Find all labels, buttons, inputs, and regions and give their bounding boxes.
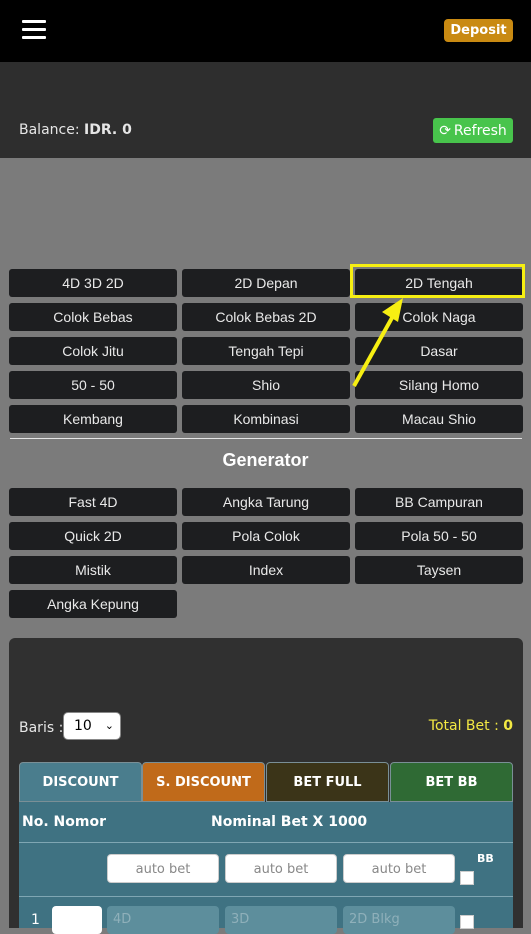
- row-bb-checkbox[interactable]: [460, 915, 474, 929]
- bet-4d-input[interactable]: 4D: [107, 906, 219, 934]
- generator-title: Generator: [222, 450, 309, 470]
- gen-angka-tarung-button[interactable]: Angka Tarung: [182, 488, 350, 516]
- nomor-input[interactable]: [52, 906, 102, 934]
- tab-bet-bb[interactable]: BET BB: [390, 762, 513, 802]
- gen-pola-colok-button[interactable]: Pola Colok: [182, 522, 350, 550]
- col-nominal: Nominal Bet X 1000: [211, 814, 368, 830]
- gen-pola-50-50-button[interactable]: Pola 50 - 50: [355, 522, 523, 550]
- arrow-shaft: [352, 315, 395, 387]
- bb-all-checkbox[interactable]: [460, 871, 474, 885]
- baris-select[interactable]: 10 ⌄: [63, 712, 121, 740]
- tab-bet-full[interactable]: BET FULL: [266, 762, 389, 802]
- divider: [10, 438, 522, 439]
- total-bet-label: Total Bet :: [428, 718, 499, 734]
- gen-bb-campuran-button[interactable]: BB Campuran: [355, 488, 523, 516]
- gen-fast-4d-button[interactable]: Fast 4D: [9, 488, 177, 516]
- baris-label: Baris :: [19, 720, 64, 736]
- bet-2d-blkg-input[interactable]: 2D Blkg: [343, 906, 455, 934]
- tab-discount[interactable]: DISCOUNT: [19, 762, 142, 802]
- table-header: No. Nomor Nominal Bet X 1000: [19, 802, 513, 842]
- gen-index-button[interactable]: Index: [182, 556, 350, 584]
- total-bet-value: 0: [503, 718, 513, 734]
- gen-angka-kepung-button[interactable]: Angka Kepung: [9, 590, 177, 618]
- auto-bet-input[interactable]: auto bet: [225, 854, 337, 883]
- gen-quick-2d-button[interactable]: Quick 2D: [9, 522, 177, 550]
- arrow-head-icon: [382, 298, 403, 322]
- bb-label: BB: [477, 852, 494, 865]
- col-no-nomor: No. Nomor: [22, 814, 106, 830]
- gen-mistik-button[interactable]: Mistik: [9, 556, 177, 584]
- tab-s-discount[interactable]: S. DISCOUNT: [142, 762, 265, 802]
- auto-bet-input[interactable]: auto bet: [343, 854, 455, 883]
- gen-taysen-button[interactable]: Taysen: [355, 556, 523, 584]
- chevron-down-icon: ⌄: [104, 719, 114, 732]
- row-number: 1: [31, 912, 40, 928]
- bet-3d-input[interactable]: 3D: [225, 906, 337, 934]
- auto-bet-input[interactable]: auto bet: [107, 854, 219, 883]
- baris-value: 10: [74, 718, 92, 734]
- total-bet: Total Bet : 0: [429, 718, 513, 734]
